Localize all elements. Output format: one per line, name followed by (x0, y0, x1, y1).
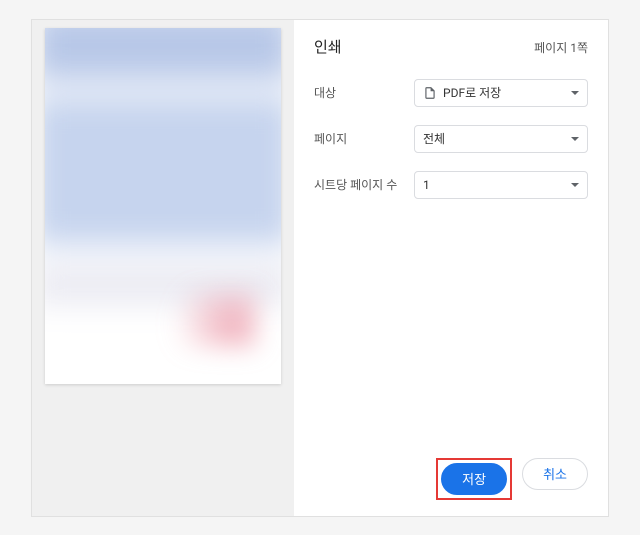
pages-row: 페이지 전체 (314, 125, 588, 153)
destination-row: 대상 PDF로 저장 (314, 79, 588, 107)
dialog-header: 인쇄 페이지 1쪽 (314, 36, 588, 57)
chevron-down-icon (571, 183, 579, 187)
dialog-footer: 저장 취소 (314, 446, 588, 500)
chevron-down-icon (571, 137, 579, 141)
print-dialog: 인쇄 페이지 1쪽 대상 PDF로 저장 페이지 전체 시트당 페이지 수 (31, 19, 609, 517)
preview-pane (32, 20, 294, 516)
pages-value: 전체 (423, 130, 445, 147)
pages-label: 페이지 (314, 130, 414, 147)
pages-per-sheet-row: 시트당 페이지 수 1 (314, 171, 588, 199)
pages-select[interactable]: 전체 (414, 125, 588, 153)
pages-per-sheet-value: 1 (423, 178, 430, 192)
destination-select[interactable]: PDF로 저장 (414, 79, 588, 107)
pdf-icon (423, 86, 437, 100)
tutorial-highlight: 저장 (436, 458, 512, 500)
pages-per-sheet-label: 시트당 페이지 수 (314, 176, 414, 193)
destination-value: PDF로 저장 (443, 84, 501, 101)
destination-label: 대상 (314, 84, 414, 101)
cancel-button[interactable]: 취소 (522, 458, 588, 490)
preview-page (45, 28, 281, 384)
pages-per-sheet-select[interactable]: 1 (414, 171, 588, 199)
save-button[interactable]: 저장 (441, 463, 507, 495)
settings-pane: 인쇄 페이지 1쪽 대상 PDF로 저장 페이지 전체 시트당 페이지 수 (294, 20, 608, 516)
chevron-down-icon (571, 91, 579, 95)
page-count: 페이지 1쪽 (534, 39, 588, 56)
dialog-title: 인쇄 (314, 36, 342, 57)
